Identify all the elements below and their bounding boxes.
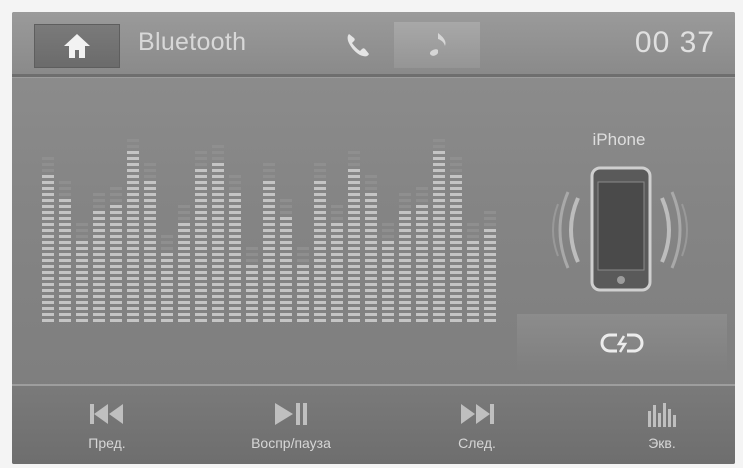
previous-button[interactable]: Пред. [52,386,162,464]
equalizer-bar [161,132,173,322]
home-button[interactable] [34,24,120,68]
equalizer-label: Экв. [648,435,676,451]
equalizer-bar [382,132,394,322]
play-pause-icon [275,403,307,425]
equalizer-button[interactable]: Экв. [612,386,712,464]
equalizer-bar [331,132,343,322]
header-bar: Bluetooth 00 37 [12,12,735,74]
equalizer-bar [297,132,309,322]
equalizer-visualizer [42,122,512,322]
tab-music[interactable] [394,22,480,68]
next-label: След. [458,435,496,451]
phone-icon [347,34,369,57]
equalizer-bar [450,132,462,322]
equalizer-bar [433,132,445,322]
equalizer-bar [42,132,54,322]
next-button[interactable]: След. [422,386,532,464]
equalizer-bar [416,132,428,322]
equalizer-bar [93,132,105,322]
playback-controls: Пред. Воспр/пауза След. Экв. [12,386,735,464]
previous-label: Пред. [88,435,126,451]
equalizer-bar [365,132,377,322]
equalizer-bar [178,132,190,322]
header-divider [12,74,735,78]
equalizer-bar [195,132,207,322]
play-pause-button[interactable]: Воспр/пауза [226,386,356,464]
equalizer-bar [212,132,224,322]
page-title: Bluetooth [138,28,247,56]
equalizer-bar [467,132,479,322]
equalizer-bar [127,132,139,322]
skip-previous-icon [90,404,123,424]
equalizer-bar [229,132,241,322]
equalizer-bar [280,132,292,322]
equalizer-bar [399,132,411,322]
home-icon [64,34,90,58]
smartphone-icon [552,166,688,292]
equalizer-bar [76,132,88,322]
bluetooth-audio-screen: Bluetooth 00 37 iPhone Пред. Воспр/пауза… [12,12,735,464]
equalizer-bar [144,132,156,322]
equalizer-bar [59,132,71,322]
equalizer-bar [110,132,122,322]
device-name: iPhone [592,130,646,149]
equalizer-bar [246,132,258,322]
music-note-icon [429,33,446,56]
equalizer-bar [263,132,275,322]
clock: 00 37 [634,26,715,59]
equalizer-bar [314,132,326,322]
equalizer-icon [648,403,676,427]
connect-button[interactable] [517,314,727,372]
device-graphic [540,162,700,297]
tab-phone[interactable] [324,22,392,68]
link-icon [600,333,644,353]
play-pause-label: Воспр/пауза [251,435,331,451]
equalizer-bar [348,132,360,322]
skip-next-icon [461,404,494,424]
equalizer-bar [484,132,496,322]
